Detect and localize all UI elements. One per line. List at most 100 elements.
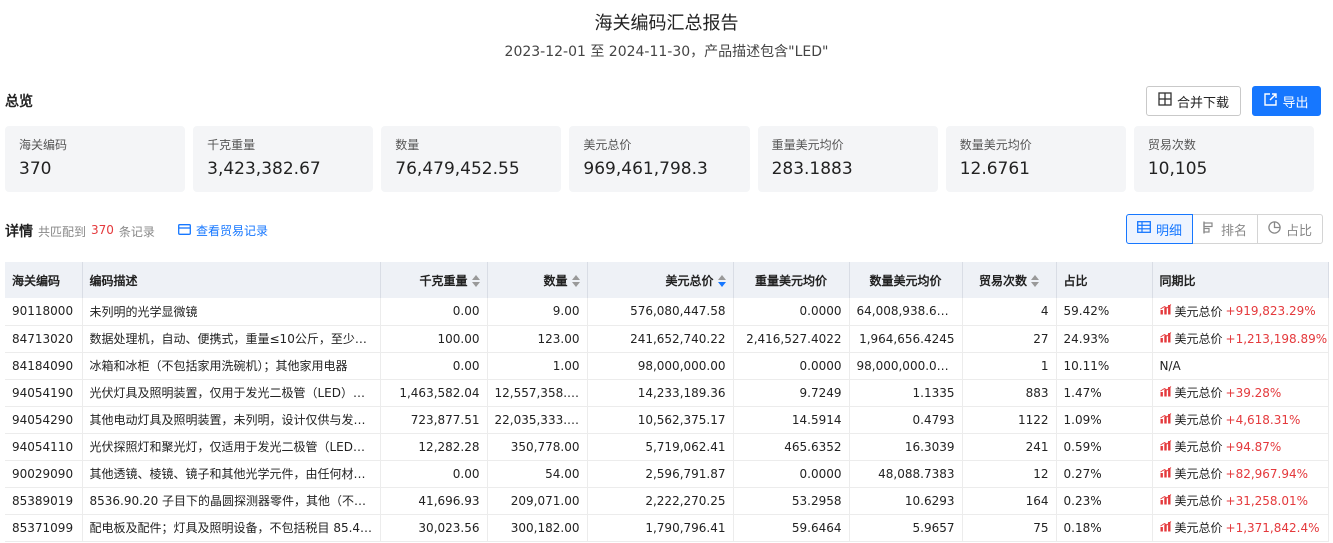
col-header-description: 编码描述 bbox=[82, 262, 381, 298]
description-cell: 配电板及配件；灯具及照明设备，不包括税目 85.44 的电线 bbox=[82, 514, 381, 541]
col-header-label: 数量 bbox=[543, 273, 568, 288]
export-button[interactable]: 导出 bbox=[1252, 86, 1321, 116]
table-row[interactable]: 84713020数据处理机，自动、便携式，重量≤10公斤，至少包括一个中央处理器… bbox=[5, 325, 1329, 352]
table-row[interactable]: 94054110 光伏探照灯和聚光灯，仅适用于发光二极管（LED）光源 12,282… bbox=[5, 433, 1329, 460]
qty-avg-cell: 1.1335 bbox=[849, 379, 963, 406]
usd-total-cell: 2,222,270.25 bbox=[587, 487, 734, 514]
weight-cell: 12,282.28 bbox=[380, 433, 488, 460]
table-row[interactable]: 90118000 未列明的光学显微镜 0.00 9.00 576,080,447.58 0… bbox=[5, 298, 1329, 325]
merge-icon bbox=[1158, 92, 1172, 110]
weight-cell: 30,023.56 bbox=[380, 514, 488, 541]
share-cell: 1.09% bbox=[1056, 406, 1153, 433]
hs-code-cell[interactable]: 94054110 bbox=[5, 433, 83, 460]
detail-heading: 详情 bbox=[5, 224, 33, 240]
col-header-label: 千克重量 bbox=[419, 273, 468, 288]
col-header-label: 美元总价 bbox=[665, 273, 714, 288]
count-number: 370 bbox=[91, 223, 114, 237]
yoy-label: 美元总价 bbox=[1174, 521, 1223, 535]
yoy-label: 美元总价 bbox=[1174, 332, 1223, 346]
tab-detail[interactable]: 明细 bbox=[1126, 214, 1194, 244]
yoy-label: 美元总价 bbox=[1174, 440, 1223, 454]
bar-chart-icon bbox=[1159, 304, 1172, 318]
col-header-trades[interactable]: 贸易次数 bbox=[962, 262, 1057, 298]
hs-code-cell[interactable]: 84713020 bbox=[5, 325, 83, 352]
description-cell: 其他透镜、棱镜、镜子和其他光学元件，由任何材料制成，已装配 bbox=[82, 460, 381, 487]
table-row[interactable]: 94054290其他电动灯具及照明装置，未列明，设计仅供与发光二极管（LED）光… bbox=[5, 406, 1329, 433]
count-suffix: 条记录 bbox=[118, 225, 155, 239]
col-header-weight[interactable]: 千克重量 bbox=[380, 262, 488, 298]
view-trade-records-link[interactable]: 查看贸易记录 bbox=[178, 222, 268, 239]
hs-code-cell[interactable]: 85371099 bbox=[5, 514, 83, 541]
bar-chart-icon bbox=[1159, 493, 1172, 508]
pie-chart-icon bbox=[1268, 220, 1281, 238]
quantity-cell: 1.00 bbox=[487, 352, 588, 379]
yoy-value: +1,213,198.89% bbox=[1225, 331, 1328, 346]
record-count: 共匹配到 370 条记录 bbox=[38, 223, 155, 240]
yoy-cell: 美元总价 +919,823.29% bbox=[1152, 298, 1329, 325]
weight-avg-cell: 2,416,527.4022 bbox=[733, 325, 850, 352]
hs-code-cell[interactable]: 84184090 bbox=[5, 352, 83, 379]
summary-card-hs-code: 海关编码 370 bbox=[5, 126, 186, 192]
view-trade-records-label: 查看贸易记录 bbox=[196, 224, 269, 238]
qty-avg-cell: 10.6293 bbox=[849, 487, 963, 514]
card-value: 969,461,798.3 bbox=[583, 159, 708, 179]
qty-avg-cell: 1,964,656.4245 bbox=[849, 325, 963, 352]
yoy-value: N/A bbox=[1159, 358, 1181, 373]
weight-cell: 100.00 bbox=[380, 325, 488, 352]
summary-card-weight-avg: 重量美元均价 283.1883 bbox=[757, 126, 938, 192]
card-label: 数量 bbox=[395, 138, 420, 152]
yoy-value: +39.28% bbox=[1225, 385, 1282, 400]
hs-code-cell[interactable]: 94054190 bbox=[5, 379, 83, 406]
weight-avg-cell: 53.2958 bbox=[733, 487, 850, 514]
bar-chart-icon bbox=[1159, 439, 1172, 454]
table-row[interactable]: 853890198536.90.20 子目下的晶圆探测器零件，其他（不包括模具）… bbox=[5, 487, 1329, 514]
quantity-cell: 54.00 bbox=[487, 460, 588, 487]
weight-cell: 0.00 bbox=[380, 298, 488, 325]
share-cell: 0.23% bbox=[1056, 487, 1153, 514]
table-row[interactable]: 85371099 配电板及配件；灯具及照明设备，不包括税目 85.44 的电线 30… bbox=[5, 514, 1329, 541]
summary-card-qty-avg: 数量美元均价 12.6761 bbox=[945, 126, 1126, 192]
summary-card-weight: 千克重量 3,423,382.67 bbox=[193, 126, 374, 192]
col-header-quantity[interactable]: 数量 bbox=[487, 262, 588, 298]
trades-cell: 241 bbox=[962, 433, 1057, 460]
yoy-value: +1,371,842.4% bbox=[1225, 520, 1320, 535]
card-label: 海关编码 bbox=[19, 138, 68, 152]
qty-avg-cell: 0.4793 bbox=[849, 406, 963, 433]
usd-total-cell: 98,000,000.00 bbox=[587, 352, 734, 379]
hs-code-cell[interactable]: 90029090 bbox=[5, 460, 83, 487]
weight-avg-cell: 9.7249 bbox=[733, 379, 850, 406]
table-row[interactable]: 90029090其他透镜、棱镜、镜子和其他光学元件，由任何材料制成，已装配0.0… bbox=[5, 460, 1329, 487]
card-label: 千克重量 bbox=[207, 138, 256, 152]
usd-total-cell: 14,233,189.36 bbox=[587, 379, 734, 406]
table-row[interactable]: 84184090 冰箱和冰柜（不包括家用洗碗机）；其他家用电器 0.00 1.00 98… bbox=[5, 352, 1329, 379]
detail-table: 海关编码 编码描述 千克重量 数量 美元总价 重量美元均价 数量美元均价 贸易次… bbox=[5, 262, 1329, 542]
hs-code-cell[interactable]: 85389019 bbox=[5, 487, 83, 514]
card-label: 数量美元均价 bbox=[959, 138, 1032, 152]
card-value: 12.6761 bbox=[959, 159, 1031, 179]
description-cell: 其他电动灯具及照明装置，未列明，设计仅供与发光二极管（LED）光源一起使用 bbox=[82, 406, 381, 433]
table-row[interactable]: 94054190 光伏灯具及照明装置，仅用于发光二极管（LED）光源的 1,463,… bbox=[5, 379, 1329, 406]
tab-ranking-label: 排名 bbox=[1221, 223, 1248, 239]
qty-avg-cell: 98,000,000.0000 bbox=[849, 352, 963, 379]
yoy-cell: 美元总价 +4,618.31% bbox=[1152, 406, 1329, 433]
col-header-qty-avg: 数量美元均价 bbox=[849, 262, 963, 298]
report-subtitle: 2023-12-01 至 2024-11-30，产品描述包含"LED" bbox=[504, 44, 829, 60]
yoy-value: +919,823.29% bbox=[1225, 304, 1316, 319]
tab-ranking[interactable]: 排名 bbox=[1192, 214, 1259, 244]
yoy-label: 美元总价 bbox=[1174, 304, 1223, 319]
tab-share[interactable]: 占比 bbox=[1257, 214, 1324, 244]
yoy-cell: 美元总价 +82,967.94% bbox=[1152, 460, 1329, 487]
hs-code-cell[interactable]: 90118000 bbox=[5, 298, 83, 325]
qty-avg-cell: 5.9657 bbox=[849, 514, 963, 541]
qty-avg-cell: 48,088.7383 bbox=[849, 460, 963, 487]
weight-cell: 0.00 bbox=[380, 352, 488, 379]
merge-download-button[interactable]: 合并下载 bbox=[1146, 86, 1241, 116]
sort-icon bbox=[1031, 275, 1039, 287]
col-header-usd-total[interactable]: 美元总价 bbox=[587, 262, 734, 298]
yoy-label: 美元总价 bbox=[1174, 467, 1223, 481]
summary-cards: 海关编码 370 千克重量 3,423,382.67 数量 76,479,452… bbox=[5, 126, 1314, 192]
usd-total-cell: 241,652,740.22 bbox=[587, 325, 734, 352]
yoy-cell: 美元总价 +39.28% bbox=[1152, 379, 1329, 406]
yoy-cell: 美元总价 +31,258.01% bbox=[1152, 487, 1329, 514]
hs-code-cell[interactable]: 94054290 bbox=[5, 406, 83, 433]
